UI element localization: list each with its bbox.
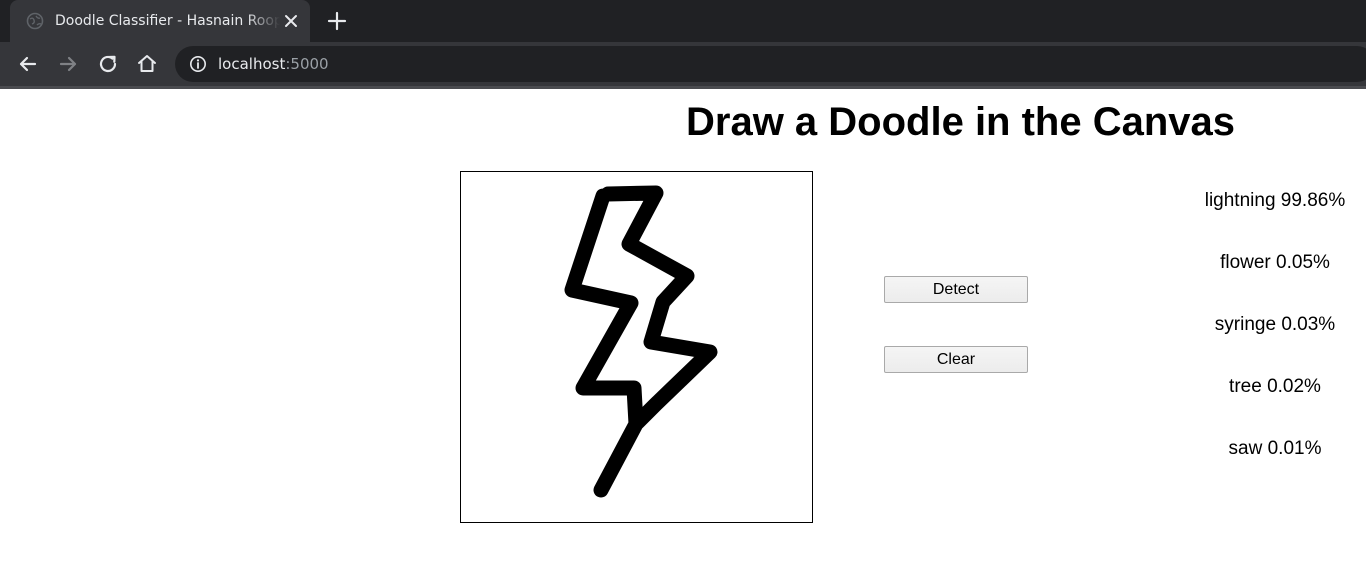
prediction-item: flower 0.05% [1184, 249, 1366, 311]
url-text[interactable]: localhost:5000 [218, 55, 329, 73]
back-arrow-icon[interactable] [16, 52, 40, 76]
forward-arrow-icon[interactable] [56, 52, 80, 76]
browser-toolbar: localhost:5000 [0, 42, 1366, 86]
clear-button[interactable]: Clear [884, 346, 1028, 373]
reload-icon[interactable] [96, 52, 120, 76]
tab-title: Doodle Classifier - Hasnain Roopawalla [55, 13, 280, 29]
prediction-label: saw [1228, 438, 1263, 459]
prediction-label: tree [1229, 376, 1262, 397]
close-icon[interactable] [281, 11, 301, 31]
prediction-item: tree 0.02% [1184, 373, 1366, 435]
prediction-item: syringe 0.03% [1184, 311, 1366, 373]
prediction-label: flower [1220, 252, 1271, 273]
home-icon[interactable] [135, 52, 159, 76]
prediction-percent: 99.86% [1280, 190, 1346, 211]
page-content: Draw a Doodle in the Canvas Detect Clear… [0, 89, 1366, 576]
info-icon[interactable] [189, 55, 207, 73]
prediction-item: lightning 99.86% [1184, 187, 1366, 249]
prediction-percent: 0.03% [1281, 314, 1336, 335]
detect-button[interactable]: Detect [884, 276, 1028, 303]
page-title: Draw a Doodle in the Canvas [686, 100, 1236, 144]
prediction-label: syringe [1214, 314, 1277, 335]
active-tab[interactable]: Doodle Classifier - Hasnain Roopawalla [10, 0, 310, 42]
prediction-list: lightning 99.86% flower 0.05% syringe 0.… [1184, 187, 1366, 497]
url-host: localhost [218, 55, 286, 73]
lightning-doodle [564, 185, 718, 498]
plus-icon[interactable] [325, 9, 349, 33]
prediction-percent: 0.02% [1267, 376, 1321, 397]
prediction-label: lightning [1204, 190, 1276, 211]
prediction-percent: 0.05% [1276, 252, 1330, 273]
globe-icon [26, 12, 44, 30]
address-bar[interactable]: localhost:5000 [175, 46, 1366, 82]
prediction-percent: 0.01% [1267, 438, 1322, 459]
drawing-canvas[interactable] [460, 171, 813, 523]
tab-strip: Doodle Classifier - Hasnain Roopawalla [0, 0, 1366, 42]
prediction-item: saw 0.01% [1184, 435, 1366, 497]
url-port: :5000 [285, 55, 329, 73]
